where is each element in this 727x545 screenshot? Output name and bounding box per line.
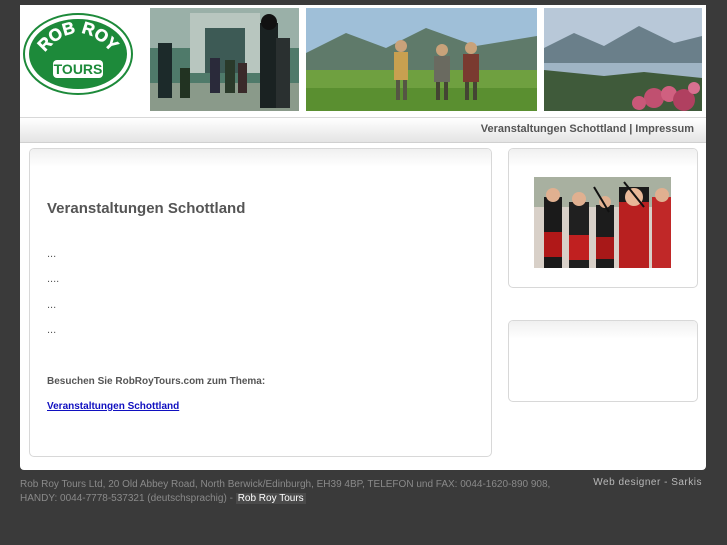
placeholder-text-1: ... xyxy=(47,248,57,260)
nav-link-impressum[interactable]: Impressum xyxy=(635,123,694,135)
visit-link[interactable]: Veranstaltungen Schottland xyxy=(47,401,179,412)
box-header-gradient xyxy=(509,149,697,167)
placeholder-text-2: .... xyxy=(47,273,60,285)
header-photo-hikers xyxy=(306,8,537,111)
web-designer-credit[interactable]: Web designer - Sarkis xyxy=(593,477,702,488)
logo-bottom-text: TOURS xyxy=(54,61,103,77)
sidebar-empty-box xyxy=(508,320,698,402)
nav-link-veranstaltungen[interactable]: Veranstaltungen Schottland xyxy=(481,123,626,135)
placeholder-text-3: ... xyxy=(47,299,57,311)
main-content-box: Veranstaltungen Schottland ... .... ... … xyxy=(29,148,492,457)
placeholder-text-4: ... xyxy=(47,324,57,336)
footer-link-robroytours[interactable]: Rob Roy Tours xyxy=(235,493,306,504)
box-header-gradient xyxy=(30,149,491,167)
rob-roy-tours-logo[interactable]: ROB ROY TOURS xyxy=(23,13,133,95)
pipers-band-image xyxy=(534,177,671,268)
header-photo-pipers xyxy=(150,8,299,111)
visit-text: Besuchen Sie RobRoyTours.com zum Thema: xyxy=(47,376,266,387)
header-photo-loch xyxy=(544,8,702,111)
nav-separator: | xyxy=(629,123,633,135)
box-header-gradient xyxy=(509,321,697,339)
page-title: Veranstaltungen Schottland xyxy=(47,200,246,217)
top-nav: Veranstaltungen Schottland | Impressum xyxy=(20,117,706,143)
header: ROB ROY TOURS xyxy=(20,5,706,117)
sidebar-image-box xyxy=(508,148,698,288)
footer-address: Rob Roy Tours Ltd, 20 Old Abbey Road, No… xyxy=(20,478,560,506)
nav-links: Veranstaltungen Schottland | Impressum xyxy=(481,123,694,135)
page-container: ROB ROY TOURS Veranstaltungen Schottland… xyxy=(20,5,706,470)
